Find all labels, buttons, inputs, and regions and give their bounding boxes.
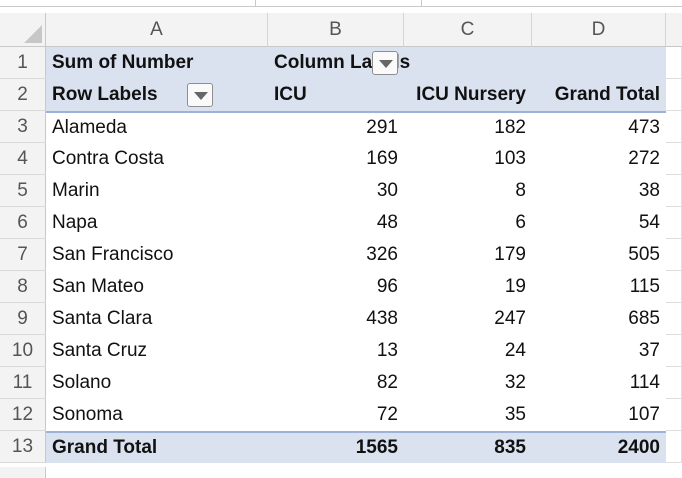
pivot-header-icu[interactable]: ICU (268, 79, 404, 111)
pivot-value-icu[interactable]: 48 (268, 207, 404, 239)
pivot-row-label[interactable]: Napa (46, 207, 268, 239)
pivot-value-icu-nursery[interactable]: 24 (404, 335, 532, 367)
pivot-value-icu[interactable]: 72 (268, 399, 404, 431)
pivot-row-label[interactable]: Santa Cruz (46, 335, 268, 367)
pivot-row-label[interactable]: Contra Costa (46, 143, 268, 175)
formula-bar-edge (0, 0, 682, 7)
pivot-grand-total-icu-nursery[interactable]: 835 (404, 431, 532, 463)
pivot-row-label[interactable]: Sonoma (46, 399, 268, 431)
pivot-value-icu[interactable]: 13 (268, 335, 404, 367)
pivot-value-icu-nursery[interactable]: 32 (404, 367, 532, 399)
cell-e[interactable] (666, 303, 682, 335)
pivot-row-label[interactable]: San Mateo (46, 271, 268, 303)
row-header-5[interactable]: 5 (0, 175, 46, 207)
pivot-value-icu-nursery[interactable]: 19 (404, 271, 532, 303)
pivot-value-grand-total[interactable]: 37 (532, 335, 666, 367)
cell-e[interactable] (666, 111, 682, 143)
pivot-value-icu-nursery[interactable]: 247 (404, 303, 532, 335)
row-header-6[interactable]: 6 (0, 207, 46, 239)
cell-e[interactable] (666, 207, 682, 239)
pivot-value-icu-nursery[interactable]: 103 (404, 143, 532, 175)
pivot-value-icu-nursery[interactable]: 182 (404, 111, 532, 143)
pivot-value-grand-total[interactable]: 114 (532, 367, 666, 399)
chevron-down-icon (379, 60, 393, 68)
row-header-1[interactable]: 1 (0, 47, 46, 79)
row-header-12[interactable]: 12 (0, 399, 46, 431)
pivot-value-grand-total[interactable]: 473 (532, 111, 666, 143)
column-header-a[interactable]: A (46, 13, 268, 47)
pivot-grand-total-icu[interactable]: 1565 (268, 431, 404, 463)
pivot-value-icu[interactable]: 82 (268, 367, 404, 399)
row-labels-filter-button[interactable] (187, 83, 213, 107)
row-header-7[interactable]: 7 (0, 239, 46, 271)
cell-e[interactable] (666, 399, 682, 431)
pivot-grand-total-label[interactable]: Grand Total (46, 431, 268, 463)
pivot-row-label[interactable]: Marin (46, 175, 268, 207)
row-header-9[interactable]: 9 (0, 303, 46, 335)
pivot-value-grand-total[interactable]: 107 (532, 399, 666, 431)
pivot-row-label[interactable]: San Francisco (46, 239, 268, 271)
spreadsheet: A B C D 1 2 3 4 5 6 7 8 9 10 11 12 13 Sum of Number C… (0, 0, 682, 478)
pivot-value-icu-nursery[interactable]: 6 (404, 207, 532, 239)
pivot-value-icu[interactable]: 326 (268, 239, 404, 271)
pivot-value-icu[interactable]: 438 (268, 303, 404, 335)
cell-e[interactable] (666, 143, 682, 175)
column-header-d[interactable]: D (532, 13, 666, 47)
pivot-row-label[interactable]: Santa Clara (46, 303, 268, 335)
pivot-value-grand-total[interactable]: 115 (532, 271, 666, 303)
row-header-8[interactable]: 8 (0, 271, 46, 303)
pivot-header-grand-total[interactable]: Grand Total (532, 79, 666, 111)
pivot-value-icu[interactable]: 291 (268, 111, 404, 143)
pivot-row-labels[interactable]: Row Labels (46, 79, 268, 111)
column-header-c[interactable]: C (404, 13, 532, 47)
row-header-2[interactable]: 2 (0, 79, 46, 111)
row-header-4[interactable]: 4 (0, 143, 46, 175)
pivot-grand-total-total[interactable]: 2400 (532, 431, 666, 463)
pivot-value-grand-total[interactable]: 38 (532, 175, 666, 207)
pivot-value-grand-total[interactable]: 685 (532, 303, 666, 335)
pivot-value-icu-nursery[interactable]: 35 (404, 399, 532, 431)
column-labels-filter-button[interactable] (372, 51, 398, 75)
row-header-13[interactable]: 13 (0, 431, 46, 463)
row-header-10[interactable]: 10 (0, 335, 46, 367)
cell-e13[interactable] (666, 431, 682, 463)
pivot-value-icu-nursery[interactable]: 179 (404, 239, 532, 271)
pivot-value-grand-total[interactable]: 505 (532, 239, 666, 271)
pivot-value-grand-total[interactable]: 54 (532, 207, 666, 239)
pivot-column-labels[interactable]: Column Labels (268, 47, 666, 79)
cell-e[interactable] (666, 367, 682, 399)
pivot-value-icu-nursery[interactable]: 8 (404, 175, 532, 207)
column-header-e[interactable] (666, 13, 682, 47)
select-all-triangle-icon (24, 25, 42, 43)
row-header-14[interactable] (0, 467, 46, 478)
pivot-row-label[interactable]: Solano (46, 367, 268, 399)
cell-e[interactable] (666, 271, 682, 303)
pivot-value-grand-total[interactable]: 272 (532, 143, 666, 175)
pivot-value-icu[interactable]: 30 (268, 175, 404, 207)
pivot-row-label[interactable]: Alameda (46, 111, 268, 143)
row-header-11[interactable]: 11 (0, 367, 46, 399)
column-header-b[interactable]: B (268, 13, 404, 47)
pivot-value-icu[interactable]: 169 (268, 143, 404, 175)
cell-e[interactable] (666, 175, 682, 207)
pivot-header-icu-nursery[interactable]: ICU Nursery (404, 79, 532, 111)
cell-e2[interactable] (666, 79, 682, 111)
pivot-sum-label[interactable]: Sum of Number (46, 47, 268, 79)
row-header-3[interactable]: 3 (0, 111, 46, 143)
select-all-button[interactable] (0, 13, 46, 47)
cell-e[interactable] (666, 335, 682, 367)
cell-e1[interactable] (666, 47, 682, 79)
pivot-value-icu[interactable]: 96 (268, 271, 404, 303)
cell-e[interactable] (666, 239, 682, 271)
chevron-down-icon (194, 92, 208, 100)
